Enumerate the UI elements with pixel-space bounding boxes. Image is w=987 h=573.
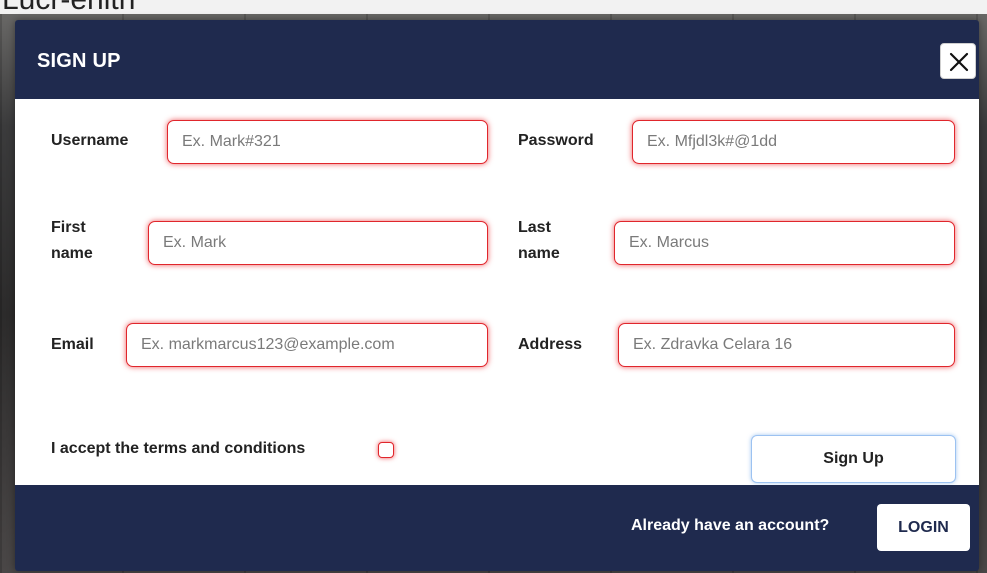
- sign-up-button[interactable]: Sign Up: [751, 435, 956, 483]
- username-label: Username: [51, 132, 129, 149]
- address-label: Address: [518, 336, 583, 353]
- page-header-text: Lucr-enith: [2, 0, 135, 14]
- login-button[interactable]: LOGIN: [877, 504, 970, 551]
- terms-checkbox[interactable]: [378, 442, 394, 458]
- close-button[interactable]: [940, 43, 976, 79]
- first-name-label: First name: [51, 219, 93, 262]
- modal-header: SIGN UP: [15, 20, 979, 99]
- signup-modal: SIGN UP Username Password First name Las…: [15, 20, 979, 571]
- email-label: Email: [51, 336, 94, 353]
- address-input[interactable]: [618, 323, 955, 367]
- modal-title: SIGN UP: [37, 50, 121, 72]
- modal-footer: Already have an account? LOGIN: [15, 485, 979, 571]
- password-input[interactable]: [632, 120, 955, 164]
- close-icon: [949, 52, 969, 72]
- last-name-input[interactable]: [614, 221, 955, 265]
- first-name-input[interactable]: [148, 221, 488, 265]
- page-header-strip: Lucr-enith: [0, 0, 987, 14]
- login-prompt: Already have an account?: [631, 517, 830, 534]
- password-label: Password: [518, 132, 594, 149]
- last-name-label: Last name: [518, 219, 560, 262]
- email-input[interactable]: [126, 323, 488, 367]
- username-input[interactable]: [167, 120, 488, 164]
- terms-label: I accept the terms and conditions: [51, 440, 306, 457]
- modal-body: Username Password First name Last name E…: [15, 99, 979, 485]
